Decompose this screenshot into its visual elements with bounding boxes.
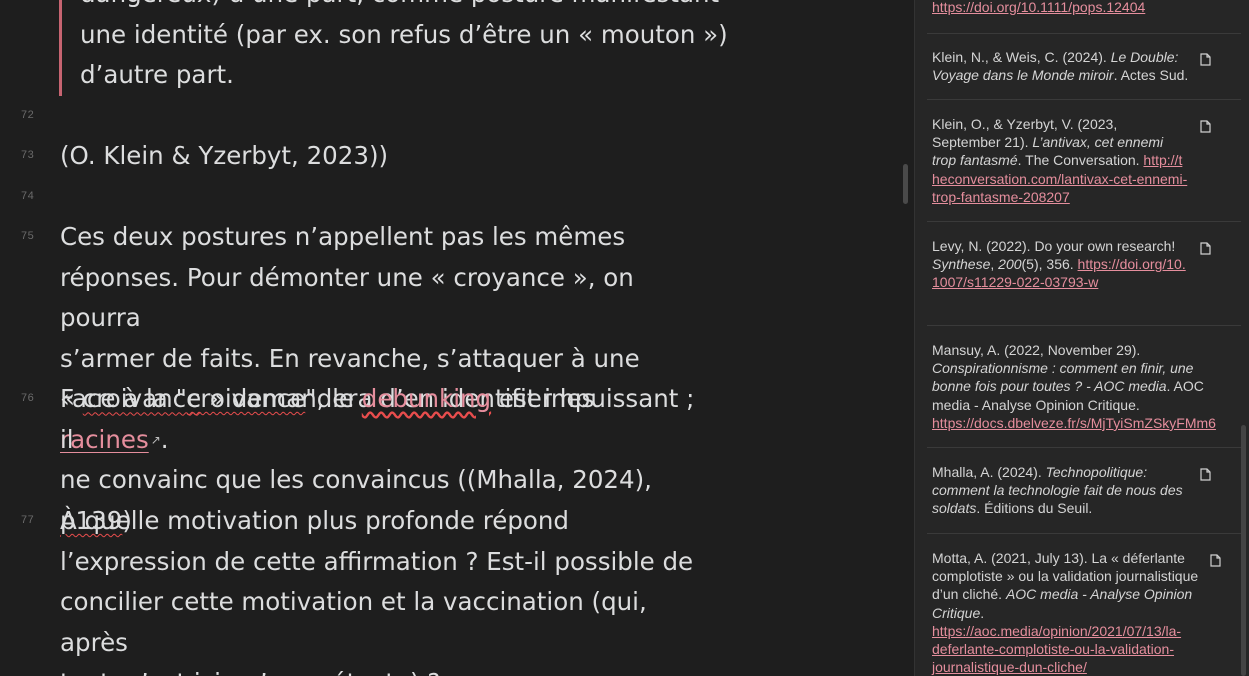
line-number: 77 [20,515,34,527]
quote-line: d’autre part. [80,60,234,89]
ref-authors: Mhalla, A. (2024). [932,464,1046,480]
ref-issue: (5), 356. [1021,256,1078,273]
line-number: 73 [20,150,34,162]
ref-volume: 200 [998,256,1022,273]
ref-publisher: . Actes Sud. [1113,67,1189,84]
ref-link[interactable]: https://docs.dbelveze.fr/s/MjTyiSmZSkyFM… [932,415,1216,431]
reference-entry[interactable]: Mansuy, A. (2022, November 29). Conspira… [927,331,1241,448]
document-icon[interactable] [1200,120,1211,133]
ref-title: Synthese [932,256,991,273]
ref-publisher: . Éditions du Seuil. [976,500,1093,517]
citation-text: (O. Klein & Yzerbyt, 2023)) [60,141,389,170]
debunking-link[interactable]: debunking [362,384,491,413]
references-sidebar[interactable]: https://doi.org/10.1111/pops.12404 Klein… [915,0,1249,676]
reference-entry[interactable]: Klein, N., & Weis, C. (2024). Le Double:… [927,38,1241,100]
reference-text: Motta, A. (2021, July 13). La « déferlan… [932,549,1200,676]
quote-line: dangereux) d’une part, comme posture man… [80,0,730,15]
text-row: l’expression de cette affirmation ? Est-… [60,546,694,576]
ref-authors: Mansuy, A. (2022, November 29). [932,342,1141,358]
text-row: ne convainc que les convaincus ((Mhalla,… [60,465,652,495]
entry-separator [927,33,1241,34]
text-row: À quelle motivation plus profonde répond [60,506,569,535]
ref-title: Conspirationnisme : comment en finir, un… [932,360,1194,395]
text-row: concilier cette motivation et la vaccina… [60,587,647,657]
reference-entry[interactable]: Motta, A. (2021, July 13). La « déferlan… [927,539,1241,676]
reference-text: Klein, N., & Weis, C. (2024). Le Double:… [932,48,1189,84]
text-row: s’armer de faits. En revanche, s’attaque… [60,343,640,373]
reference-text: Mhalla, A. (2024). Technopolitique: comm… [932,463,1189,518]
document-icon[interactable] [1200,242,1211,255]
editor-scrollbar[interactable] [903,164,908,204]
ref-publisher: . The Conversation. [1017,152,1144,169]
blockquote-bar [59,0,62,96]
text-row: réponses. Pour démonter une « croyance »… [60,262,634,333]
quote-line: une identité (par ex. son refus d’être u… [80,20,728,49]
line-number: 74 [20,191,34,203]
reference-entry[interactable]: Klein, O., & Yzerbyt, V. (2023, Septembe… [927,105,1241,222]
text-span: ", le [305,384,362,413]
document-icon[interactable] [1200,53,1211,66]
reference-entry[interactable]: Levy, N. (2022). Do your own research! S… [927,227,1241,326]
reference-link[interactable]: https://doi.org/10.1111/pops.12404 [932,0,1145,16]
editor-pane[interactable]: dangereux) d’une part, comme posture man… [0,0,908,676]
text-row: Ces deux postures n’appellent pas les mê… [60,222,626,251]
document-icon[interactable] [1200,468,1211,481]
reference-text: Levy, N. (2022). Do your own research! S… [932,237,1189,292]
reference-entry[interactable]: Mhalla, A. (2024). Technopolitique: comm… [927,453,1241,534]
line-number: 75 [20,231,34,243]
line-number: 76 [20,393,34,405]
text-row: Face à la "croivance", le debunking est … [60,379,710,460]
line-number: 72 [20,110,34,122]
text-span: Face à la " [60,384,187,413]
sidebar-scrollbar[interactable] [1241,425,1246,676]
text-row: tout, n’est ici qu’un prétexte) ? [60,663,710,676]
reference-text: Klein, O., & Yzerbyt, V. (2023, Septembe… [932,115,1189,206]
document-icon[interactable] [1210,554,1221,567]
ref-sep: . [980,604,985,621]
ref-authors: Klein, N., & Weis, C. (2024). [932,49,1111,65]
reference-text: Mansuy, A. (2022, November 29). Conspira… [932,341,1227,432]
misspelled-word[interactable]: croivance [187,384,305,413]
ref-link[interactable]: https://aoc.media/opinion/2021/07/13/la-… [932,623,1181,675]
paragraph-77: À quelle motivation plus profonde répond… [60,501,710,676]
ref-authors: Levy, N. (2022). Do your own research! [932,238,1176,254]
ref-sep: , [990,256,999,273]
